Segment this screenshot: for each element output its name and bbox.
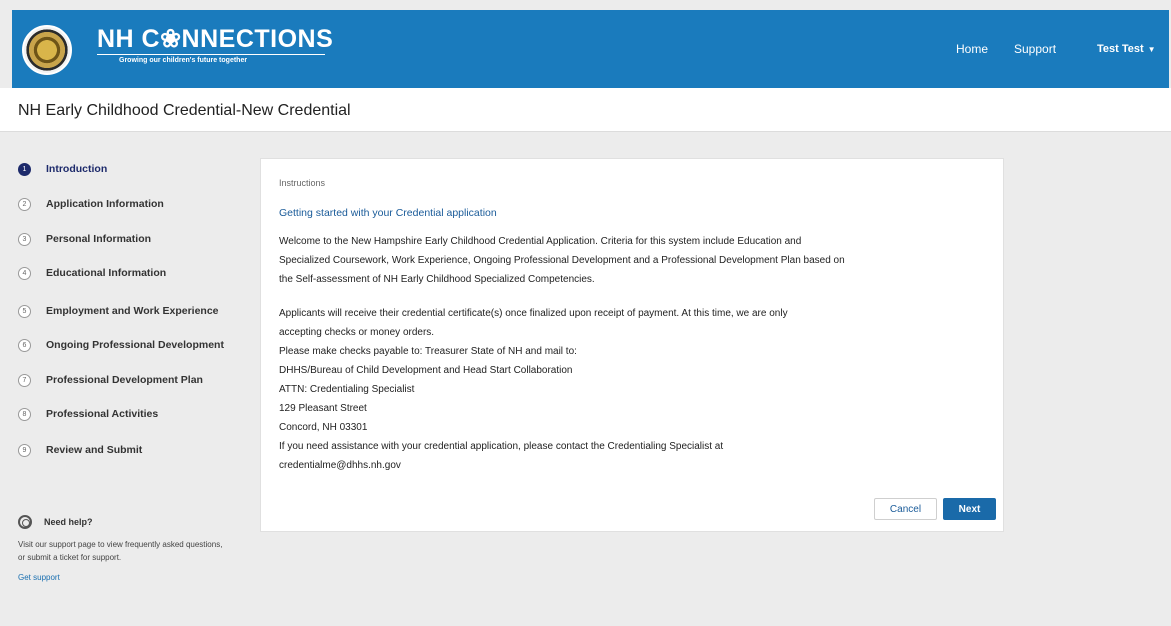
step-professional-activities[interactable]: 8 Professional Activities (18, 405, 158, 423)
step-employment-work-experience[interactable]: 5 Employment and Work Experience (18, 302, 219, 320)
brand-logo[interactable]: NH C❀NNECTIONS Growing our children's fu… (97, 26, 333, 64)
step-ongoing-professional-development[interactable]: 6 Ongoing Professional Development (18, 336, 224, 354)
card-heading: Getting started with your Credential app… (279, 207, 497, 219)
step-number: 9 (18, 443, 31, 457)
text-line: Applicants will receive their credential… (279, 308, 788, 319)
credentialing-email: credentialme@dhhs.nh.gov (279, 460, 401, 471)
step-professional-development-plan[interactable]: 7 Professional Development Plan (18, 371, 203, 389)
step-label: Personal Information (46, 233, 152, 245)
step-label: Educational Information (46, 267, 167, 279)
help-panel: Need help? Visit our support page to vie… (18, 515, 228, 585)
help-text: Visit our support page to view frequentl… (18, 540, 223, 562)
step-number: 2 (18, 197, 31, 211)
step-introduction[interactable]: 1 Introduction (18, 160, 107, 178)
text-line: Welcome to the New Hampshire Early Child… (279, 236, 802, 247)
step-number: 3 (18, 232, 31, 246)
step-review-and-submit[interactable]: 9 Review and Submit (18, 441, 142, 459)
step-number: 6 (18, 338, 31, 352)
payment-paragraph: Applicants will receive their credential… (279, 304, 979, 475)
user-menu[interactable]: Test Test ▼ (1097, 10, 1156, 88)
text-line: ATTN: Credentialing Specialist (279, 384, 415, 395)
user-name: Test Test (1097, 43, 1144, 55)
text-line: If you need assistance with your credent… (279, 441, 724, 452)
step-label: Introduction (46, 163, 108, 175)
step-number: 7 (18, 373, 31, 387)
brand-tagline: Growing our children's future together (119, 57, 248, 64)
step-application-information[interactable]: 2 Application Information (18, 195, 164, 213)
text-line: Concord, NH 03301 (279, 422, 368, 433)
step-number: 8 (18, 407, 31, 421)
step-label: Professional Activities (46, 408, 159, 420)
state-seal-logo[interactable] (22, 25, 72, 75)
lifebuoy-icon (18, 515, 32, 529)
cancel-button[interactable]: Cancel (874, 498, 937, 520)
step-number: 5 (18, 304, 31, 318)
step-label: Professional Development Plan (46, 374, 203, 386)
page-title: NH Early Childhood Credential-New Creden… (18, 102, 351, 119)
card-label: Instructions (279, 178, 326, 188)
step-number: 1 (18, 162, 31, 176)
nav-home-link[interactable]: Home (956, 10, 988, 88)
text-line: Specialized Coursework, Work Experience,… (279, 255, 845, 266)
text-line: DHHS/Bureau of Child Development and Hea… (279, 365, 573, 376)
top-navigation-bar: NH C❀NNECTIONS Growing our children's fu… (12, 10, 1169, 88)
step-educational-information[interactable]: 4 Educational Information (18, 264, 166, 282)
chevron-down-icon: ▼ (1147, 44, 1156, 54)
text-line: Please make checks payable to: Treasurer… (279, 346, 577, 357)
next-button[interactable]: Next (943, 498, 996, 520)
text-line: the Self-assessment of NH Early Childhoo… (279, 274, 595, 285)
page-title-bar: NH Early Childhood Credential-New Creden… (0, 88, 1171, 132)
step-personal-information[interactable]: 3 Personal Information (18, 230, 151, 248)
welcome-paragraph: Welcome to the New Hampshire Early Child… (279, 232, 979, 289)
get-support-link[interactable]: Get support (18, 573, 60, 582)
step-label: Employment and Work Experience (46, 305, 219, 317)
instructions-card: Instructions Getting started with your C… (260, 158, 1004, 532)
help-title: Need help? (44, 517, 93, 527)
brand-divider (97, 54, 325, 55)
step-number: 4 (18, 266, 31, 280)
text-line: accepting checks or money orders. (279, 327, 435, 338)
text-line: 129 Pleasant Street (279, 403, 367, 414)
step-label: Review and Submit (46, 444, 143, 456)
nav-support-link[interactable]: Support (1014, 10, 1056, 88)
brand-title: NH C❀NNECTIONS (97, 25, 334, 53)
step-label: Application Information (46, 198, 164, 210)
step-label: Ongoing Professional Development (46, 339, 224, 351)
